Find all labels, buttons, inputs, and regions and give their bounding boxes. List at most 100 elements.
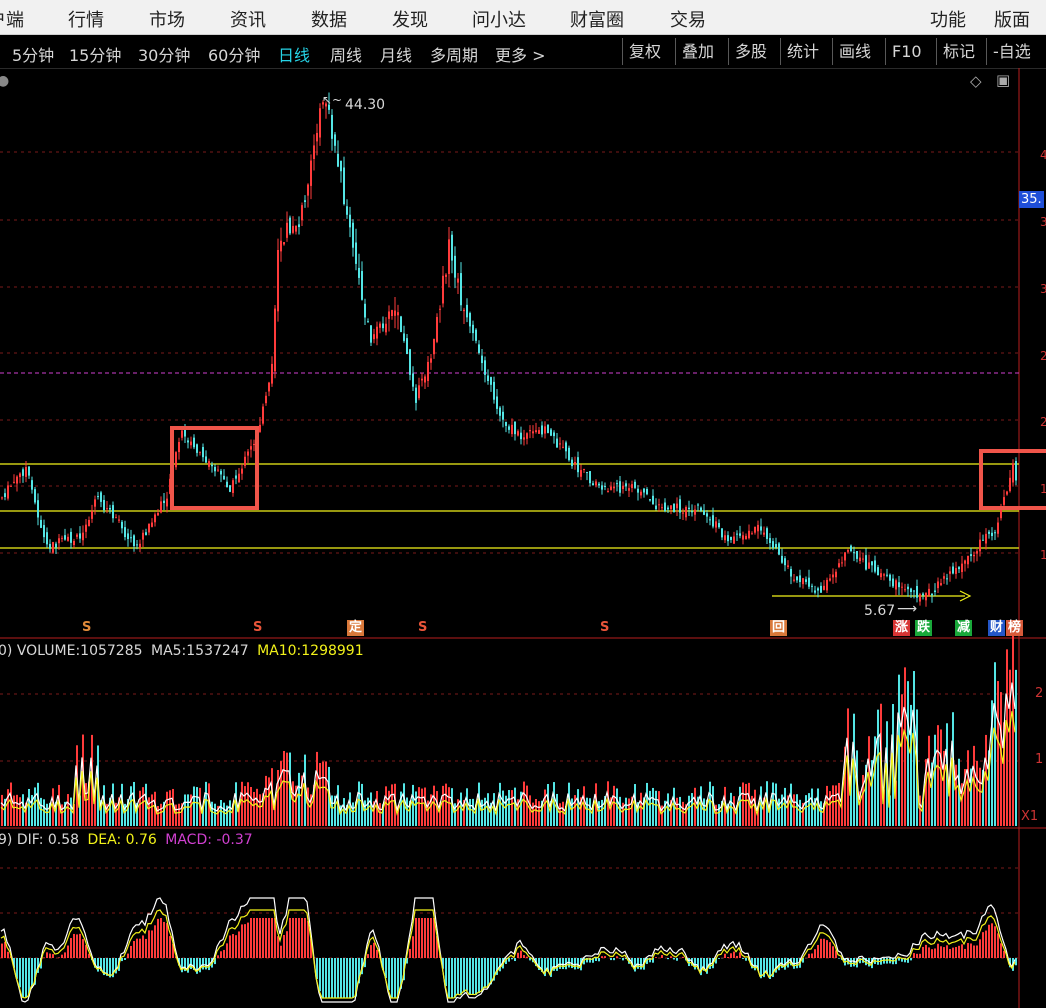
tab-daily[interactable]: 日线	[278, 42, 310, 66]
volume-bar	[178, 803, 180, 826]
draw-line-button[interactable]: 画线	[832, 38, 877, 65]
macd-bar	[424, 918, 426, 958]
event-tag-zhang[interactable]: 涨	[893, 620, 911, 636]
volume-bar	[415, 791, 417, 826]
candle-body	[775, 544, 777, 548]
volume-bar	[259, 794, 261, 826]
candle-body	[889, 574, 891, 581]
menu-ask[interactable]: 问小达	[472, 6, 526, 32]
candle-body	[334, 134, 336, 146]
axis-label-2: 3	[1040, 215, 1046, 229]
candle-body	[871, 561, 873, 566]
menu-news[interactable]: 资讯	[230, 6, 266, 32]
multi-stock-button[interactable]: 多股	[728, 38, 773, 65]
candle-body	[877, 567, 879, 576]
macd-bar	[370, 945, 372, 958]
candle-body	[10, 485, 12, 487]
period-toolbar: 5分钟 15分钟 30分钟 60分钟 日线 周线 月线 多周期 更多 > 复权 …	[0, 35, 1046, 69]
volume-bar	[511, 790, 513, 826]
event-tag-die[interactable]: 跌	[915, 620, 933, 636]
menu-quotes[interactable]: 行情	[68, 6, 104, 32]
tab-30min[interactable]: 30分钟	[138, 42, 190, 66]
candle-body	[961, 563, 963, 573]
candle-body	[619, 481, 621, 493]
event-tag-hui[interactable]: 回	[770, 620, 788, 636]
candle-body	[841, 562, 843, 564]
restore-rights-button[interactable]: 复权	[622, 38, 667, 65]
watchlist-button[interactable]: -自选	[986, 38, 1037, 65]
event-tag-ding[interactable]: 定	[347, 620, 365, 636]
volume-bar	[166, 791, 168, 826]
overlay-button[interactable]: 叠加	[675, 38, 720, 65]
volume-bar	[739, 786, 741, 826]
candle-body	[154, 514, 156, 523]
tab-multi-period[interactable]: 多周期	[430, 42, 478, 66]
tab-monthly[interactable]: 月线	[380, 42, 412, 66]
volume-bar	[1015, 669, 1017, 826]
event-tag-bang[interactable]: 榜	[1006, 620, 1024, 636]
event-tag-cai[interactable]: 财	[988, 620, 1006, 636]
candle-body	[787, 565, 789, 568]
event-tag-s[interactable]: S	[416, 620, 429, 636]
candle-body	[598, 483, 600, 486]
menu-wealth[interactable]: 财富圈	[570, 6, 624, 32]
macd-bar	[598, 958, 600, 962]
candle-body	[19, 473, 21, 478]
volume-bar	[538, 801, 540, 826]
menu-layout[interactable]: 版面	[994, 6, 1030, 32]
statistics-button[interactable]: 统计	[780, 38, 825, 65]
macd-bar	[718, 958, 720, 959]
macd-bar	[520, 950, 522, 958]
tab-15min[interactable]: 15分钟	[69, 42, 121, 66]
candle-body	[550, 429, 552, 436]
candle-body	[991, 532, 993, 537]
macd-bar	[808, 953, 810, 958]
tab-5min[interactable]: 5分钟	[12, 42, 54, 66]
collapse-icon[interactable]: ●	[0, 73, 9, 89]
event-tag-jian[interactable]: 减	[955, 620, 973, 636]
candle-body	[472, 324, 474, 334]
menu-data[interactable]: 数据	[311, 6, 347, 32]
candle-body	[895, 580, 897, 590]
event-tag-s[interactable]: S	[80, 620, 93, 636]
candle-body	[160, 501, 162, 513]
candle-body	[604, 485, 606, 487]
tab-weekly[interactable]: 周线	[330, 42, 362, 66]
volume-bar	[322, 761, 324, 826]
volume-bar	[85, 783, 87, 826]
candle-body	[844, 552, 846, 561]
macd-bar	[883, 958, 885, 964]
macd-bar	[727, 957, 729, 958]
panel-toggle-icon[interactable]: ▣	[996, 71, 1010, 89]
volume-bar	[253, 791, 255, 826]
candle-body	[820, 585, 822, 593]
menu-client[interactable]: 客户端	[0, 6, 24, 32]
menu-market[interactable]: 市场	[149, 6, 185, 32]
candle-body	[502, 411, 504, 420]
menu-functions[interactable]: 功能	[930, 6, 966, 32]
mark-button[interactable]: 标记	[936, 38, 981, 65]
macd-bar	[667, 958, 669, 960]
event-tag-s[interactable]: S	[251, 620, 264, 636]
tab-60min[interactable]: 60分钟	[208, 42, 260, 66]
candle-body	[1, 497, 3, 499]
candle-body	[220, 470, 222, 475]
volume-bar	[985, 734, 987, 826]
volume-bar	[205, 781, 207, 826]
macd-bar	[301, 918, 303, 958]
f10-button[interactable]: F10	[885, 38, 928, 65]
diamond-icon[interactable]: ◇	[970, 72, 982, 90]
menu-discover[interactable]: 发现	[392, 6, 428, 32]
event-tag-s[interactable]: S	[598, 620, 611, 636]
macd-bar	[25, 958, 27, 998]
candle-body	[967, 555, 969, 565]
chart-area[interactable]: ◇ ▣ ● 44.30 ↖~ 5.67 ⟶ 35. 4 3 3 2 2 1 1 …	[0, 68, 1046, 1008]
menu-trade[interactable]: 交易	[670, 6, 706, 32]
macd-bar	[445, 958, 447, 987]
macd-bar	[931, 949, 933, 958]
candle-body	[67, 536, 69, 541]
tab-more[interactable]: 更多 >	[495, 42, 546, 66]
candle-body	[649, 499, 651, 501]
stock-chart-canvas[interactable]	[0, 68, 1046, 1008]
candle-body	[205, 456, 207, 463]
